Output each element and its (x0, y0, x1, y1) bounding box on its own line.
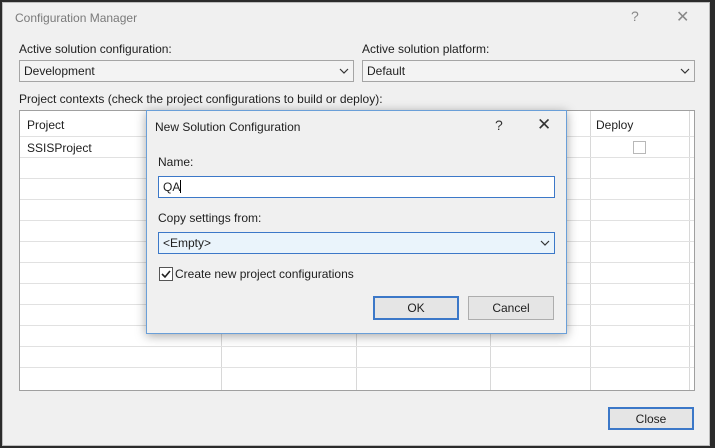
dialog-title: New Solution Configuration (155, 120, 301, 134)
active-config-select[interactable]: Development (19, 60, 354, 82)
grid-row-divider (20, 346, 694, 347)
ok-button[interactable]: OK (373, 296, 459, 320)
cancel-button[interactable]: Cancel (468, 296, 554, 320)
active-platform-label: Active solution platform: (362, 42, 490, 56)
close-icon[interactable]: ✕ (537, 115, 551, 135)
grid-column-divider (689, 111, 690, 390)
create-project-configs-checkbox[interactable] (159, 267, 173, 281)
checkmark-icon (161, 270, 171, 279)
chevron-down-icon (540, 234, 550, 255)
grid-row-divider (20, 367, 694, 368)
new-solution-configuration-dialog: New Solution Configuration ? ✕ Name: QA … (146, 110, 567, 334)
grid-column-divider (590, 111, 591, 390)
active-platform-value: Default (367, 64, 406, 78)
close-icon[interactable]: ✕ (676, 7, 689, 27)
table-row-project-name[interactable]: SSISProject (27, 141, 92, 155)
chevron-down-icon (680, 62, 690, 83)
name-label: Name: (158, 155, 194, 169)
help-icon[interactable]: ? (495, 117, 503, 133)
chevron-down-icon (339, 62, 349, 83)
column-header-deploy: Deploy (596, 118, 634, 132)
name-input-value: QA (163, 180, 181, 194)
create-project-configs-label[interactable]: Create new project configurations (175, 267, 354, 281)
window-title: Configuration Manager (15, 11, 138, 25)
deploy-checkbox[interactable] (633, 141, 646, 154)
name-input[interactable]: QA (158, 176, 555, 198)
project-contexts-label: Project contexts (check the project conf… (19, 92, 383, 106)
column-header-project: Project (27, 118, 65, 132)
copy-settings-value: <Empty> (163, 236, 212, 250)
copy-settings-select[interactable]: <Empty> (158, 232, 555, 254)
active-config-label: Active solution configuration: (19, 42, 172, 56)
close-button[interactable]: Close (608, 407, 694, 430)
copy-settings-label: Copy settings from: (158, 211, 262, 225)
help-icon[interactable]: ? (631, 8, 639, 24)
active-config-value: Development (24, 64, 95, 78)
active-platform-select[interactable]: Default (362, 60, 695, 82)
text-caret (180, 180, 182, 193)
